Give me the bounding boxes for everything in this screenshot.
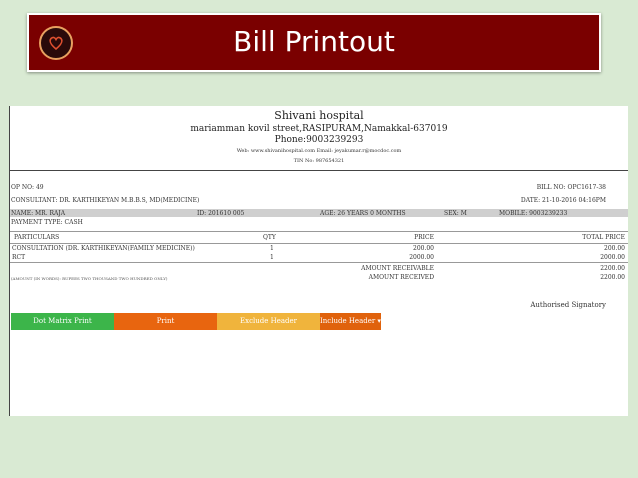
patient-name: NAME: MR. RAJA	[11, 210, 66, 217]
patient-age: AGE: 26 YEARS 0 MONTHS	[320, 210, 406, 217]
print-button[interactable]: Print	[114, 313, 217, 330]
amount-received-value: 2200.00	[600, 274, 625, 281]
consultant: CONSULTANT: DR. KARTHIKEYAN M.B.B.S, MD(…	[11, 197, 200, 204]
table-bottom-rule	[10, 262, 628, 263]
row-particular: CONSULTATION (DR. KARTHIKEYAN(FAMILY MED…	[12, 245, 195, 252]
row-particular: RCT	[12, 254, 26, 261]
row-total: 2000.00	[600, 254, 625, 261]
patient-mobile: MOBILE: 9003239233	[499, 210, 568, 217]
include-header-dropdown[interactable]: Include Header ▾	[320, 313, 381, 330]
dot-matrix-print-button[interactable]: Dot Matrix Print	[11, 313, 114, 330]
hospital-address: mariamman kovil street,RASIPURAM,Namakka…	[190, 124, 448, 134]
title-banner: Bill Printout	[27, 13, 601, 72]
authorised-signatory: Authorised Signatory	[530, 301, 606, 309]
patient-id: ID: 201610 005	[197, 210, 245, 217]
amount-received-label: AMOUNT RECEIVED	[368, 274, 434, 281]
hospital-tin: TIN No: 987654321	[293, 158, 345, 164]
table-top-rule	[10, 231, 628, 232]
row-total: 200.00	[604, 245, 625, 252]
payment-type: PAYMENT TYPE: CASH	[11, 219, 83, 226]
banner-title: Bill Printout	[233, 25, 395, 58]
bill-document: Shivani hospital mariamman kovil street,…	[9, 106, 628, 416]
exclude-header-button[interactable]: Exclude Header	[217, 313, 320, 330]
bill-date: DATE: 21-10-2016 04:16PM	[520, 197, 606, 204]
row-price: 2000.00	[409, 254, 434, 261]
column-header-price: PRICE	[414, 234, 434, 241]
hospital-phone: Phone:9003239293	[274, 135, 364, 145]
patient-sex: SEX: M	[444, 210, 467, 217]
column-header-particulars: PARTICULARS	[14, 234, 60, 241]
hospital-name: Shivani hospital	[274, 109, 364, 122]
bill-number: BILL NO: OPC1617-38	[536, 184, 606, 191]
hospital-web-email: Web: www.shivanihospital.com Email: jeya…	[236, 148, 402, 154]
column-header-qty: QTY	[263, 234, 276, 241]
op-number: OP NO: 49	[11, 184, 44, 191]
amount-receivable-label: AMOUNT RECEIVABLE	[361, 265, 434, 272]
table-header-rule	[10, 243, 628, 244]
amount-receivable-value: 2200.00	[600, 265, 625, 272]
column-header-total: TOTAL PRICE	[582, 234, 625, 241]
amount-in-words: (AMOUNT (IN WORDS): RUPEES TWO THOUSAND …	[11, 276, 168, 281]
row-qty: 1	[270, 254, 274, 261]
row-price: 200.00	[413, 245, 434, 252]
row-qty: 1	[270, 245, 274, 252]
header-divider	[10, 170, 628, 171]
